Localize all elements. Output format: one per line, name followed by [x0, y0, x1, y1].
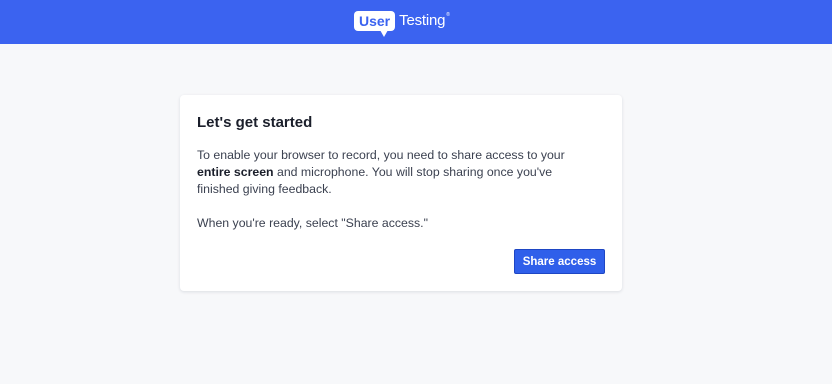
- logo-speech-bubble: User: [354, 11, 396, 37]
- share-access-card: Let's get started To enable your browser…: [180, 95, 622, 291]
- logo-trademark: ®: [446, 12, 450, 18]
- instructions-emphasis: entire screen: [197, 165, 274, 179]
- instructions-paragraph: To enable your browser to record, you ne…: [197, 147, 597, 198]
- ready-paragraph: When you're ready, select "Share access.…: [197, 216, 428, 230]
- logo-wordmark: Testing: [399, 12, 446, 29]
- card-body: To enable your browser to record, you ne…: [197, 147, 597, 232]
- instructions-text-start: To enable your browser to record, you ne…: [197, 148, 565, 162]
- top-header-bar: User Testing ®: [0, 0, 832, 44]
- usertesting-logo: User Testing ®: [354, 9, 450, 37]
- card-title: Let's get started: [197, 114, 313, 131]
- share-access-button[interactable]: Share access: [514, 249, 605, 274]
